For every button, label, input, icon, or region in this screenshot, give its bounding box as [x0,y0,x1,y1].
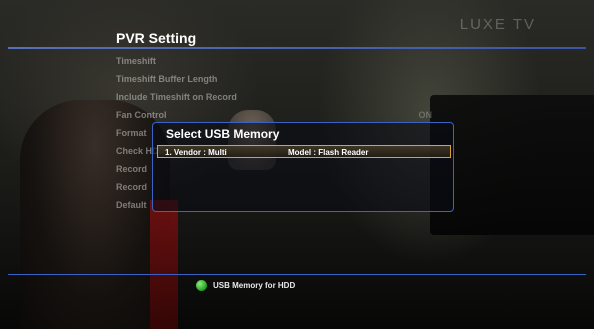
usb-device-item[interactable]: 1. Vendor : Multi Model : Flash Reader [157,145,451,158]
menu-item-label: Include Timeshift on Record [116,92,237,102]
footer-hint-label: USB Memory for HDD [213,281,296,290]
menu-item-timeshift-buffer-length[interactable]: Timeshift Buffer Length [116,70,436,88]
green-button-icon [196,280,207,291]
menu-item-value [432,88,436,106]
page-title: PVR Setting [116,30,197,46]
footer-hint: USB Memory for HDD [196,280,295,291]
menu-item-label: Format [116,128,147,138]
usb-device-list: 1. Vendor : Multi Model : Flash Reader [157,145,451,158]
menu-item-label: Timeshift Buffer Length [116,74,218,84]
menu-item-value [432,52,436,70]
footer-divider [8,274,586,275]
select-usb-dialog: Select USB Memory 1. Vendor : Multi Mode… [152,122,454,212]
usb-device-model: Model : Flash Reader [288,148,369,157]
header-divider [8,47,586,49]
menu-item-label: Timeshift [116,56,156,66]
tv-screen: LUXE TV PVR Setting Timeshift Timeshift … [0,0,594,329]
menu-item-timeshift[interactable]: Timeshift [116,52,436,70]
background-tie [150,200,178,329]
usb-device-vendor: 1. Vendor : Multi [165,148,227,157]
menu-item-label: Default [116,200,147,210]
menu-item-include-timeshift[interactable]: Include Timeshift on Record [116,88,436,106]
background-piano [430,95,594,235]
channel-logo: LUXE TV [459,16,536,33]
menu-item-value [432,70,436,88]
menu-item-label: Record [116,182,148,192]
menu-item-label: Record [116,164,148,174]
dialog-title: Select USB Memory [166,127,280,141]
